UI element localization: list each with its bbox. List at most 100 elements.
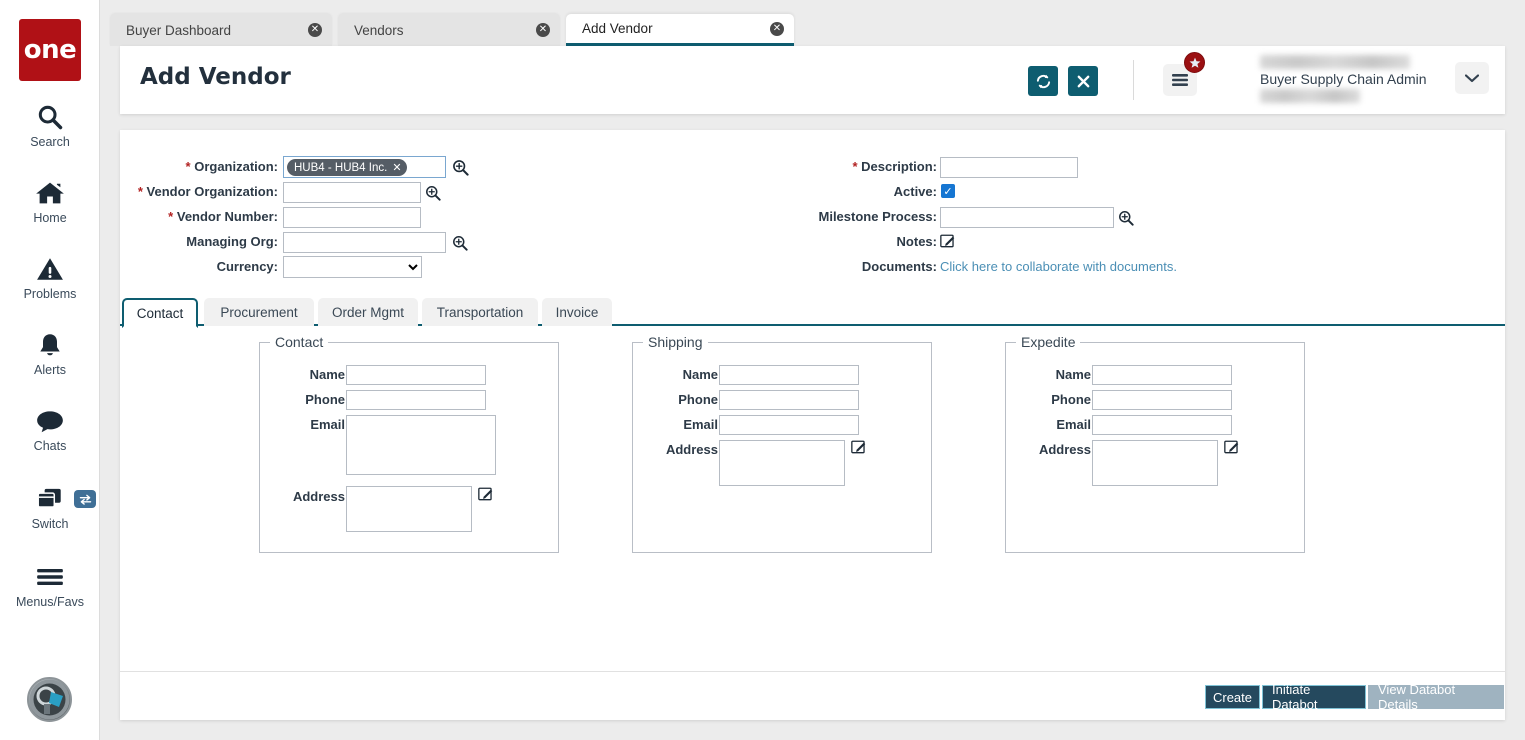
expedite-name-input[interactable] bbox=[1092, 365, 1232, 385]
shipping-phone-input[interactable] bbox=[719, 390, 859, 410]
field-managing-org: Managing Org: bbox=[120, 231, 640, 256]
contact-phone-label: Phone bbox=[280, 392, 345, 407]
close-icon[interactable]: ✕ bbox=[392, 161, 401, 174]
label-text: Description bbox=[861, 159, 933, 174]
expedite-address-input[interactable] bbox=[1092, 440, 1218, 486]
managing-org-input[interactable] bbox=[283, 232, 446, 253]
shipping-email-input[interactable] bbox=[719, 415, 859, 435]
user-menu-button[interactable] bbox=[1455, 62, 1489, 94]
close-icon[interactable]: ✕ bbox=[536, 23, 550, 37]
search-icon bbox=[0, 100, 100, 134]
notes-edit-button[interactable] bbox=[940, 233, 955, 253]
tab-order-mgmt[interactable]: Order Mgmt bbox=[318, 298, 418, 326]
managing-org-lookup-button[interactable] bbox=[452, 235, 468, 251]
description-input[interactable] bbox=[940, 157, 1078, 178]
tab-invoice[interactable]: Invoice bbox=[542, 298, 612, 326]
expedite-email-label: Email bbox=[1026, 417, 1091, 432]
sidebar-item-switch[interactable]: Switch bbox=[0, 482, 100, 531]
left-nav-rail: one Search Home Problems Alerts Chats bbox=[0, 0, 100, 740]
swap-arrows-icon[interactable] bbox=[74, 490, 96, 508]
vendor-organization-input[interactable] bbox=[283, 182, 421, 203]
field-notes: Notes: bbox=[820, 231, 1380, 256]
initiate-databot-button[interactable]: Initiate Databot bbox=[1262, 685, 1366, 709]
form-tabs: Contact Procurement Order Mgmt Transport… bbox=[120, 298, 1505, 326]
organization-token[interactable]: HUB4 - HUB4 Inc. ✕ bbox=[287, 159, 407, 176]
vendor-organization-lookup-button[interactable] bbox=[425, 185, 441, 201]
create-button[interactable]: Create bbox=[1205, 685, 1260, 709]
sidebar-item-chats[interactable]: Chats bbox=[0, 404, 100, 453]
expedite-email-input[interactable] bbox=[1092, 415, 1232, 435]
chat-bubble-icon bbox=[0, 404, 100, 438]
tab-transportation[interactable]: Transportation bbox=[422, 298, 538, 326]
shipping-address-edit-button[interactable] bbox=[851, 439, 866, 459]
label-text: Vendor Organization bbox=[147, 184, 274, 199]
user-info[interactable]: Buyer Supply Chain Admin bbox=[1260, 54, 1450, 106]
create-button-label: Create bbox=[1213, 690, 1252, 705]
field-label-managing-org: Managing Org: bbox=[186, 234, 278, 249]
contact-name-input[interactable] bbox=[346, 365, 486, 385]
field-label-documents: Documents: bbox=[862, 259, 937, 274]
expedite-name-label: Name bbox=[1026, 367, 1091, 382]
refresh-button[interactable] bbox=[1028, 66, 1058, 96]
page-title: Add Vendor bbox=[140, 64, 291, 90]
field-label-vendor-number: * Vendor Number: bbox=[168, 209, 278, 224]
milestone-process-input[interactable] bbox=[940, 207, 1114, 228]
browser-tab-buyer-dashboard[interactable]: Buyer Dashboard ✕ bbox=[110, 14, 332, 46]
bell-icon bbox=[0, 328, 100, 362]
form-column-left: * Organization: HUB4 - HUB4 Inc. ✕ * Ven… bbox=[120, 156, 640, 281]
shipping-address-input[interactable] bbox=[719, 440, 845, 486]
expedite-address-edit-button[interactable] bbox=[1224, 439, 1239, 459]
tab-procurement[interactable]: Procurement bbox=[204, 298, 314, 326]
hamburger-icon bbox=[0, 560, 100, 594]
sidebar-item-menus-favs[interactable]: Menus/Favs bbox=[0, 560, 100, 609]
close-icon[interactable]: ✕ bbox=[770, 22, 784, 36]
tab-label: Transportation bbox=[437, 305, 524, 320]
field-organization: * Organization: HUB4 - HUB4 Inc. ✕ bbox=[120, 156, 640, 181]
shipping-name-label: Name bbox=[653, 367, 718, 382]
vendor-number-input[interactable] bbox=[283, 207, 421, 228]
contact-phone-input[interactable] bbox=[346, 390, 486, 410]
browser-tab-vendors[interactable]: Vendors ✕ bbox=[338, 14, 560, 46]
browser-tab-label: Buyer Dashboard bbox=[126, 23, 298, 38]
organization-input[interactable]: HUB4 - HUB4 Inc. ✕ bbox=[283, 156, 446, 178]
sidebar-item-problems[interactable]: Problems bbox=[0, 252, 100, 301]
field-vendor-number: * Vendor Number: bbox=[120, 206, 640, 231]
documents-collaborate-link[interactable]: Click here to collaborate with documents… bbox=[940, 259, 1177, 274]
organization-lookup-button[interactable] bbox=[452, 159, 468, 175]
required-marker: * bbox=[138, 184, 143, 199]
label-text: Vendor Number bbox=[177, 209, 274, 224]
contact-email-input[interactable] bbox=[346, 415, 496, 475]
edit-pencil-icon bbox=[478, 486, 493, 501]
contact-address-label: Address bbox=[274, 489, 345, 504]
contact-address-edit-button[interactable] bbox=[478, 486, 493, 506]
field-label-currency: Currency: bbox=[217, 259, 278, 274]
field-documents: Documents: Click here to collaborate wit… bbox=[820, 256, 1380, 281]
refresh-icon bbox=[1035, 73, 1052, 90]
user-avatar[interactable] bbox=[27, 677, 72, 722]
contact-name-label: Name bbox=[280, 367, 345, 382]
browser-tab-add-vendor[interactable]: Add Vendor ✕ bbox=[566, 14, 794, 46]
expedite-phone-input[interactable] bbox=[1092, 390, 1232, 410]
contact-email-label: Email bbox=[280, 417, 345, 432]
favorites-badge[interactable] bbox=[1184, 52, 1205, 73]
milestone-process-lookup-button[interactable] bbox=[1118, 210, 1134, 226]
sidebar-label-problems: Problems bbox=[0, 287, 100, 301]
label-text: Managing Org bbox=[186, 234, 273, 249]
brand-logo[interactable]: one bbox=[19, 19, 81, 81]
sidebar-label-chats: Chats bbox=[0, 439, 100, 453]
close-page-button[interactable] bbox=[1068, 66, 1098, 96]
tab-contact[interactable]: Contact bbox=[122, 298, 198, 328]
field-currency: Currency: bbox=[120, 256, 640, 281]
active-checkbox[interactable]: ✓ bbox=[941, 184, 955, 198]
home-icon bbox=[0, 176, 100, 210]
edit-pencil-icon bbox=[940, 233, 955, 248]
contact-address-input[interactable] bbox=[346, 486, 472, 532]
shipping-name-input[interactable] bbox=[719, 365, 859, 385]
close-icon[interactable]: ✕ bbox=[308, 23, 322, 37]
label-text: Notes bbox=[897, 234, 933, 249]
sidebar-item-alerts[interactable]: Alerts bbox=[0, 328, 100, 377]
currency-select[interactable] bbox=[283, 256, 422, 278]
sidebar-item-home[interactable]: Home bbox=[0, 176, 100, 225]
fieldset-expedite: Expedite Name Phone Email Address bbox=[1005, 342, 1305, 553]
sidebar-item-search[interactable]: Search bbox=[0, 100, 100, 149]
